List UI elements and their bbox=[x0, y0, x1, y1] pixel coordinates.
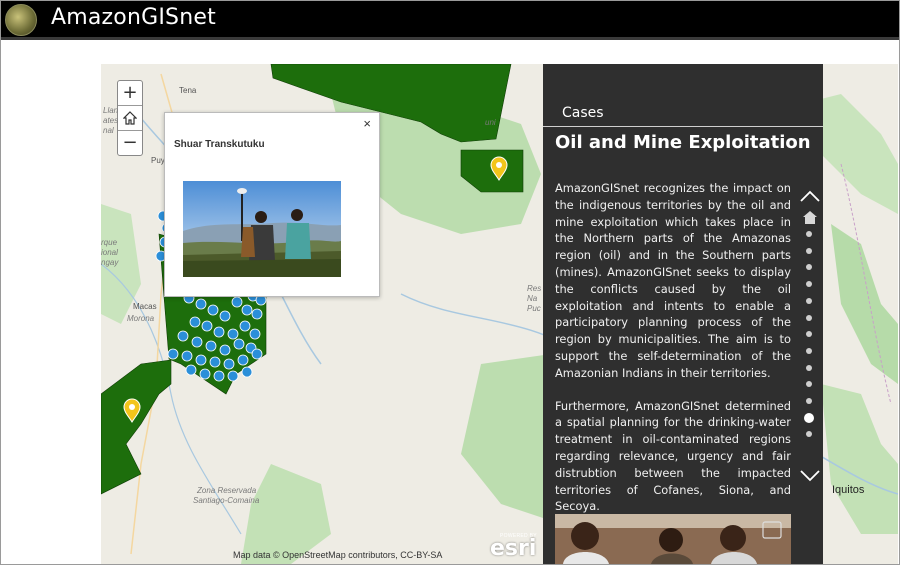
chevron-down-icon[interactable] bbox=[799, 469, 821, 483]
map-label-reserve-3: Puc bbox=[527, 304, 541, 313]
map-label-morona: Morona bbox=[127, 314, 155, 323]
map-label-uni: uni bbox=[485, 118, 496, 127]
tab-cases[interactable]: Cases bbox=[562, 105, 604, 121]
panel-paragraph-1: AmazonGISnet recognizes the impact on th… bbox=[555, 181, 791, 380]
home-button[interactable] bbox=[118, 106, 142, 131]
map-label-parque-3: ngay bbox=[101, 258, 119, 267]
panel-heading: Oil and Mine Exploitation bbox=[555, 132, 811, 153]
nav-dot[interactable] bbox=[806, 364, 812, 371]
feature-popup: × Shuar Transkutuku bbox=[164, 112, 380, 297]
app-title: AmazonGISnet bbox=[51, 5, 216, 30]
survey-photo bbox=[183, 181, 341, 277]
nav-dot[interactable] bbox=[804, 412, 814, 423]
nav-dot[interactable] bbox=[806, 381, 812, 388]
zoom-control: + − bbox=[117, 80, 143, 156]
panel-paragraph-2: Furthermore, AmazonGISnet determined a s… bbox=[555, 398, 791, 514]
logo-globe-icon[interactable] bbox=[5, 4, 37, 36]
map-label-parque-2: ional bbox=[101, 248, 118, 257]
app-frame: AmazonGISnet + − Tena Puyo Macas Morona … bbox=[0, 0, 900, 565]
nav-dot[interactable] bbox=[806, 431, 812, 438]
map-label-llan-1: Llan bbox=[103, 106, 119, 115]
chevron-up-icon[interactable] bbox=[799, 189, 821, 203]
nav-dot[interactable] bbox=[806, 264, 812, 271]
popup-title: Shuar Transkutuku bbox=[174, 139, 265, 150]
story-navigation bbox=[798, 189, 822, 489]
map-label-zona-1: Zona Reservada bbox=[197, 486, 257, 495]
meeting-photo bbox=[555, 514, 791, 564]
panel-divider bbox=[543, 126, 823, 127]
nav-dot[interactable] bbox=[806, 398, 812, 404]
nav-dot[interactable] bbox=[806, 331, 812, 338]
app-header: AmazonGISnet bbox=[1, 1, 899, 40]
map-label-reserve-2: Na bbox=[527, 294, 538, 303]
popup-close-button[interactable]: × bbox=[363, 116, 371, 131]
nav-home-icon[interactable] bbox=[803, 211, 817, 224]
story-panel: Cases Oil and Mine Exploitation AmazonGI… bbox=[543, 64, 823, 564]
popup-photo[interactable] bbox=[183, 181, 341, 277]
map-label-zona-2: Santiago-Comaina bbox=[193, 496, 260, 505]
map-attribution: Map data © OpenStreetMap contributors, C… bbox=[233, 550, 443, 560]
map-label-reserve-1: Res bbox=[527, 284, 542, 293]
map-label-macas: Macas bbox=[133, 302, 157, 311]
esri-wordmark: esri bbox=[490, 536, 537, 561]
panel-body: AmazonGISnet recognizes the impact on th… bbox=[555, 180, 791, 531]
esri-logo[interactable]: POWERED BY esri bbox=[488, 531, 538, 561]
map-label-llan-2: ates bbox=[103, 116, 119, 125]
map-label-iquitos: Iquitos bbox=[832, 484, 865, 496]
map-label-tena: Tena bbox=[179, 86, 197, 95]
nav-dot[interactable] bbox=[806, 247, 812, 254]
map-label-parque-1: rque bbox=[101, 238, 118, 247]
panel-photo[interactable] bbox=[555, 514, 791, 564]
zoom-in-button[interactable]: + bbox=[118, 81, 142, 106]
nav-dot[interactable] bbox=[806, 314, 812, 321]
nav-dot[interactable] bbox=[806, 297, 812, 304]
nav-dot[interactable] bbox=[806, 231, 812, 237]
nav-dot[interactable] bbox=[806, 347, 812, 354]
map-label-llan-3: nal bbox=[103, 126, 114, 135]
home-icon bbox=[122, 111, 138, 125]
zoom-out-button[interactable]: − bbox=[118, 131, 142, 155]
nav-dot[interactable] bbox=[806, 281, 812, 288]
